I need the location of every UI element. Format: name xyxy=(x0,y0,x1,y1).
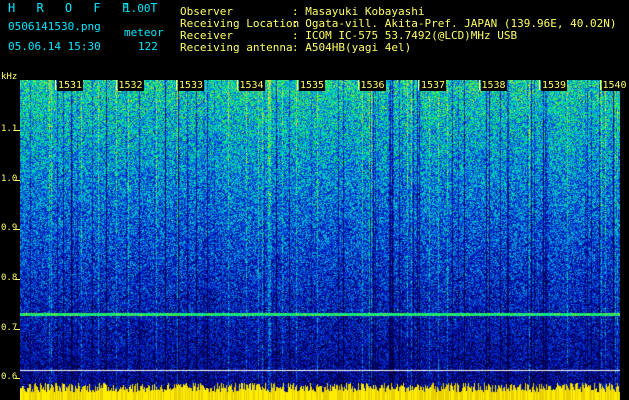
time-tick xyxy=(236,80,238,90)
file-name: 0506141530.png xyxy=(8,20,101,33)
time-label: 1536 xyxy=(359,80,386,91)
time-label: 1539 xyxy=(541,80,568,91)
frequency-axis: kHz 1.1 1.0 0.9 0.8 0.7 0.6 xyxy=(0,72,20,400)
spectrogram-canvas xyxy=(20,80,620,400)
time-label: 1532 xyxy=(117,80,144,91)
time-label: 1531 xyxy=(57,80,84,91)
time-label: 1537 xyxy=(420,80,447,91)
axis-tick-label: 0.8 xyxy=(1,273,18,283)
antenna-value: : A504HB(yagi 4el) xyxy=(292,41,412,54)
file-datetime: 05.06.14 15:30 xyxy=(8,40,101,53)
axis-tick-label: 0.9 xyxy=(1,223,18,233)
meteor-label: meteor xyxy=(124,26,164,39)
time-tick xyxy=(418,80,419,90)
time-tick xyxy=(55,80,56,90)
axis-tick-label: 1.1 xyxy=(1,124,18,134)
time-label: 1534 xyxy=(238,80,265,91)
axis-unit-label: kHz xyxy=(1,72,18,82)
meteor-count: 122 xyxy=(138,40,158,53)
time-label: 1540 xyxy=(601,80,628,91)
app-version: 1.00 xyxy=(124,2,151,15)
time-tick xyxy=(297,80,298,90)
antenna-label: Receiving antenna xyxy=(180,41,293,54)
time-tick xyxy=(539,80,540,90)
time-tick xyxy=(115,80,117,90)
time-tick xyxy=(176,80,177,90)
axis-tick-label: 1.0 xyxy=(1,174,18,184)
time-tick xyxy=(478,80,480,90)
time-label: 1538 xyxy=(480,80,507,91)
time-tick xyxy=(357,80,359,90)
time-label: 1533 xyxy=(178,80,205,91)
axis-tick-label: 0.6 xyxy=(1,372,18,382)
axis-tick-label: 0.7 xyxy=(1,323,18,333)
time-tick xyxy=(599,80,601,90)
time-label: 1535 xyxy=(299,80,326,91)
